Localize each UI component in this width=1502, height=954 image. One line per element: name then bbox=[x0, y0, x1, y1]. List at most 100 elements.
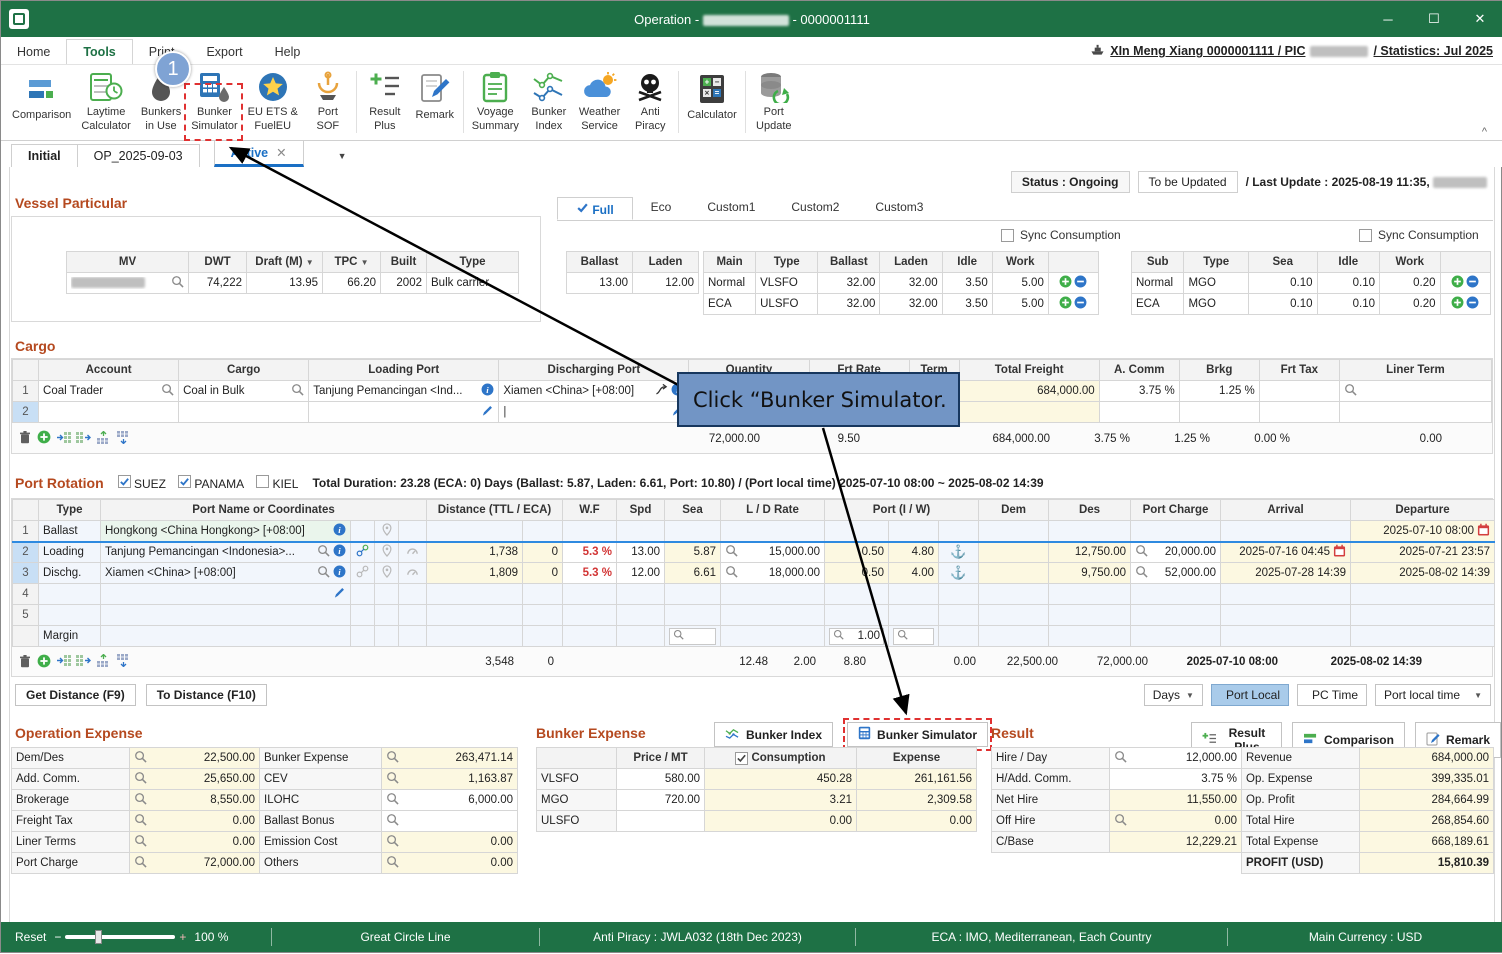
pr-port-charge[interactable] bbox=[1131, 626, 1221, 647]
menu-help[interactable]: Help bbox=[259, 40, 317, 64]
ribbon-weather-button[interactable]: WeatherService bbox=[574, 69, 625, 135]
pr-wf[interactable] bbox=[563, 521, 617, 542]
pr-arrival[interactable] bbox=[1221, 584, 1351, 605]
insert-right-icon[interactable] bbox=[76, 654, 91, 670]
pr-pin-icon-cell[interactable] bbox=[375, 542, 399, 563]
bunker-price[interactable]: 720.00 bbox=[617, 790, 705, 811]
cargo-rownum[interactable]: 2 bbox=[13, 402, 39, 423]
pencil-icon[interactable] bbox=[333, 586, 346, 602]
opex-value[interactable]: 0.00 bbox=[382, 853, 518, 874]
opex-value[interactable]: 72,000.00 bbox=[130, 853, 260, 874]
pr-port-i[interactable]: 0.50 bbox=[825, 542, 889, 563]
checkbox-icon[interactable] bbox=[1001, 229, 1014, 242]
vessel-statistics-link[interactable]: XIn Meng Xiang 0000001111 / PIC / Statis… bbox=[1090, 43, 1493, 59]
cargo-account-cell[interactable] bbox=[39, 402, 179, 423]
route-icon[interactable] bbox=[655, 383, 668, 399]
search-icon[interactable] bbox=[134, 813, 147, 829]
pr-sea[interactable]: 5.87 bbox=[665, 542, 721, 563]
pr-port-w[interactable] bbox=[889, 584, 939, 605]
cons-tab-custom3[interactable]: Custom3 bbox=[857, 197, 941, 220]
bunker-consumption[interactable]: 3.21 bbox=[705, 790, 857, 811]
cons-cell[interactable]: 0.10 bbox=[1248, 294, 1317, 315]
insert-above-icon[interactable] bbox=[96, 654, 111, 670]
pr-port-cell[interactable] bbox=[101, 605, 351, 626]
pr-rownum[interactable]: 4 bbox=[13, 584, 39, 605]
cargo-discharging-port-cell[interactable]: Xiamen <China> [+08:00]i bbox=[499, 381, 689, 402]
pr-port-w[interactable] bbox=[889, 521, 939, 542]
pr-dem[interactable] bbox=[979, 521, 1049, 542]
menu-home[interactable]: Home bbox=[1, 40, 66, 64]
bunker-price[interactable]: 580.00 bbox=[617, 769, 705, 790]
pr-ld-rate[interactable]: 15,000.00 bbox=[721, 542, 825, 563]
pin-icon[interactable] bbox=[381, 548, 393, 560]
cons-cell[interactable]: 0.20 bbox=[1380, 294, 1441, 315]
pr-port-charge[interactable] bbox=[1131, 521, 1221, 542]
pr-dist-ttl[interactable] bbox=[427, 521, 523, 542]
insert-below-icon[interactable] bbox=[116, 654, 131, 670]
pr-dist-ttl[interactable] bbox=[427, 605, 523, 626]
search-icon[interactable] bbox=[386, 750, 399, 766]
search-icon[interactable] bbox=[291, 383, 304, 399]
speed-value[interactable]: 12.00 bbox=[633, 273, 699, 294]
pr-type-cell[interactable]: Dischg. bbox=[39, 563, 101, 584]
pr-sea[interactable] bbox=[665, 605, 721, 626]
pr-rownum[interactable]: 5 bbox=[13, 605, 39, 626]
search-icon[interactable] bbox=[1114, 813, 1127, 829]
pr-arrival[interactable] bbox=[1221, 626, 1351, 647]
cons-tab-custom2[interactable]: Custom2 bbox=[773, 197, 857, 220]
remove-row-icon[interactable] bbox=[1074, 296, 1087, 312]
maximize-button[interactable]: ☐ bbox=[1411, 1, 1457, 37]
cons-cell[interactable]: 0.10 bbox=[1317, 294, 1380, 315]
cargo-liner-term-cell[interactable] bbox=[1339, 381, 1491, 402]
bunker-consumption[interactable]: 450.28 bbox=[705, 769, 857, 790]
speed-value[interactable]: 13.00 bbox=[567, 273, 633, 294]
menu-tools[interactable]: Tools bbox=[66, 39, 132, 64]
search-icon[interactable] bbox=[725, 544, 738, 560]
pr-wf[interactable] bbox=[563, 584, 617, 605]
sync-consumption-left[interactable]: Sync Consumption bbox=[1001, 228, 1121, 242]
remove-row-icon[interactable] bbox=[1466, 275, 1479, 291]
pr-port-i[interactable] bbox=[825, 584, 889, 605]
pr-des[interactable]: 9,750.00 bbox=[1049, 563, 1131, 584]
cargo-cargo-cell[interactable]: Coal in Bulk bbox=[179, 381, 309, 402]
pr-type-cell[interactable]: Ballast bbox=[39, 521, 101, 542]
pr-rownum[interactable]: 3 bbox=[13, 563, 39, 584]
insert-above-icon[interactable] bbox=[96, 431, 111, 447]
pc-time-toggle[interactable]: PC Time bbox=[1297, 684, 1367, 706]
sync-consumption-right[interactable]: Sync Consumption bbox=[1359, 228, 1479, 242]
insert-below-icon[interactable] bbox=[116, 431, 131, 447]
pr-spd[interactable]: 12.00 bbox=[617, 563, 665, 584]
checkbox-icon[interactable] bbox=[178, 475, 191, 488]
result-value[interactable]: 12,000.00 bbox=[1110, 748, 1242, 769]
search-icon[interactable] bbox=[134, 771, 147, 787]
pr-spd[interactable] bbox=[617, 584, 665, 605]
cargo-frt-tax-cell[interactable] bbox=[1259, 381, 1339, 402]
pr-rownum[interactable]: 2 bbox=[13, 542, 39, 563]
search-icon[interactable] bbox=[386, 771, 399, 787]
opex-value[interactable]: 25,650.00 bbox=[130, 769, 260, 790]
canal-kiel[interactable]: KIEL bbox=[256, 475, 298, 491]
search-icon[interactable] bbox=[171, 275, 184, 291]
cargo-loading-port-cell[interactable] bbox=[309, 402, 499, 423]
search-icon[interactable] bbox=[386, 813, 399, 829]
canal-panama[interactable]: PANAMA bbox=[178, 475, 244, 491]
add-row-icon[interactable] bbox=[37, 430, 51, 447]
insert-left-icon[interactable] bbox=[56, 431, 71, 447]
pr-margin-port-i[interactable]: 1.00 bbox=[825, 626, 889, 647]
pr-dist-ttl[interactable]: 1,809 bbox=[427, 563, 523, 584]
pr-spd[interactable] bbox=[617, 626, 665, 647]
pr-sea[interactable] bbox=[665, 584, 721, 605]
opex-value[interactable]: 8,550.00 bbox=[130, 790, 260, 811]
opex-value[interactable]: 263,471.14 bbox=[382, 748, 518, 769]
anchor-icon[interactable]: ⚓ bbox=[950, 565, 966, 580]
cargo-a-comm-cell[interactable]: 3.75 % bbox=[1099, 381, 1179, 402]
to-be-updated-button[interactable]: To be Updated bbox=[1138, 171, 1238, 193]
calendar-icon[interactable] bbox=[1477, 523, 1490, 539]
pr-port-i[interactable]: 0.50 bbox=[825, 563, 889, 584]
anchor-icon[interactable]: ⚓ bbox=[950, 544, 966, 559]
cargo-a-comm-cell[interactable] bbox=[1099, 402, 1179, 423]
pr-port-charge[interactable]: 52,000.00 bbox=[1131, 563, 1221, 584]
menu-export[interactable]: Export bbox=[190, 40, 258, 64]
pr-ld-rate[interactable] bbox=[721, 584, 825, 605]
pr-dem[interactable] bbox=[979, 563, 1049, 584]
